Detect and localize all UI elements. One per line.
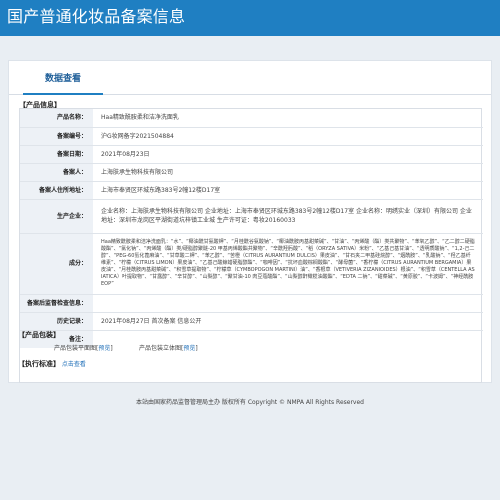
row-label: 产品名称： [20,109,93,128]
standard-view-link[interactable]: 点击查看 [62,361,86,368]
package-section-title: 【产品包装】 [18,331,60,339]
history-row: 历史记录： 2021年08月27日 首次备案 信息公开 [20,312,483,331]
bracket-close: ] [195,345,198,352]
package-flat-row: 产品包装平面图[预览] [54,344,113,353]
product-info-box: 产品名称： Haa精致酰胺柔和洁净洗面乳 备案编号： 沪G妆网备字2021504… [19,108,483,383]
tab-bar: 数据查看 [9,61,491,95]
row-label: 备案编号： [20,127,93,146]
row-value: 2021年08月23日 [93,145,483,164]
row-label: 备案后监督检查信息： [20,294,93,313]
row-value: 上海肤承生物科技有限公司 [93,163,483,182]
filer-address-row: 备案人住所地址： 上海市奉贤区环城东路383号2幢12楼D17室 [20,181,483,200]
package-solid-preview-link[interactable]: 预览 [183,345,195,352]
row-value: 2021年08月27日 首次备案 信息公开 [93,312,483,331]
package-flat-preview-link[interactable]: 预览 [98,345,110,352]
row-value [93,294,483,313]
package-solid-label: 产品包装立体图 [139,345,182,352]
row-value: 企业名称：上海肤承生物科技有限公司 企业地址：上海市奉贤区环城东路383号2幢1… [93,199,483,234]
row-label: 备案日期： [20,145,93,164]
site-header: 国产普通化妆品备案信息 [0,0,500,36]
package-solid-row: 产品包装立体图[预览] [139,344,198,353]
row-label: 生产企业： [20,199,93,234]
row-value: Haa精致酰胺柔和洁净洗面乳：“水”、“椰油酰甘氨酸钾”、“月桂酰谷氨酸钠”、“… [93,233,483,295]
row-value: Haa精致酰胺柔和洁净洗面乳 [93,109,483,128]
tab-data-view[interactable]: 数据查看 [23,63,103,95]
filer-row: 备案人： 上海肤承生物科技有限公司 [20,163,483,182]
standard-row: 【执行标准】 点击查看 [18,359,86,369]
bracket-close: ] [110,345,113,352]
row-value: 上海市奉贤区环城东路383号2幢12楼D17室 [93,181,483,200]
row-label: 备案人住所地址： [20,181,93,200]
package-flat-label: 产品包装平面图 [54,345,97,352]
manufacturer-row: 生产企业： 企业名称：上海肤承生物科技有限公司 企业地址：上海市奉贤区环城东路3… [20,199,483,234]
row-label: 历史记录： [20,312,93,331]
main-content-card: 数据查看 【产品信息】 产品名称： Haa精致酰胺柔和洁净洗面乳 备案编号： 沪… [8,60,492,383]
page-title: 国产普通化妆品备案信息 [7,7,186,26]
row-label: 备案人： [20,163,93,182]
post-filing-inspection-row: 备案后监督检查信息： [20,294,483,313]
row-label: 成分： [20,233,93,295]
filing-date-row: 备案日期： 2021年08月23日 [20,145,483,164]
standard-section-title: 【执行标准】 [18,360,60,368]
ingredients-row: 成分： Haa精致酰胺柔和洁净洗面乳：“水”、“椰油酰甘氨酸钾”、“月桂酰谷氨酸… [20,233,483,295]
filing-number-row: 备案编号： 沪G妆网备字2021504884 [20,127,483,146]
product-info-table: 产品名称： Haa精致酰胺柔和洁净洗面乳 备案编号： 沪G妆网备字2021504… [20,109,483,348]
row-value: 沪G妆网备字2021504884 [93,127,483,146]
product-name-row: 产品名称： Haa精致酰胺柔和洁净洗面乳 [20,109,483,128]
footer-text: 本站由国家药品监督管理局主办 版权所有 Copyright © NMPA All… [136,399,364,406]
